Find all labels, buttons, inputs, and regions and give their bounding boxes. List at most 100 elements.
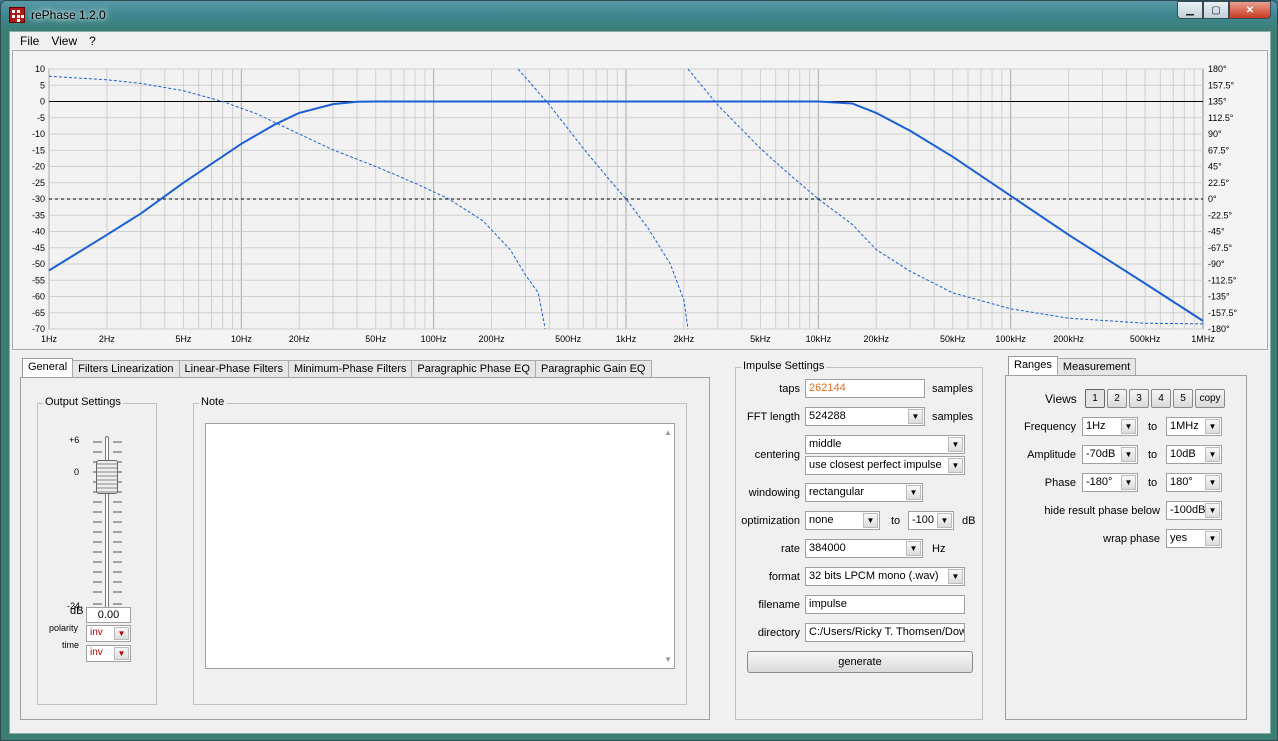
amplitude-tick-label: -40 bbox=[32, 227, 45, 237]
phase-tick-label: 157.5° bbox=[1208, 80, 1235, 90]
tab-paragraphic-gain-eq[interactable]: Paragraphic Gain EQ bbox=[534, 360, 652, 378]
note-textarea[interactable]: ▲ ▼ bbox=[205, 423, 675, 669]
fft-length-select[interactable]: 524288 ▼ bbox=[805, 407, 925, 426]
menu-help[interactable]: ? bbox=[83, 32, 102, 50]
view-1-button[interactable]: 1 bbox=[1085, 389, 1105, 408]
scale-zero-label: 0 bbox=[74, 467, 80, 477]
scroll-up-icon[interactable]: ▲ bbox=[664, 428, 672, 437]
chevron-down-icon: ▼ bbox=[863, 513, 878, 528]
amplitude-tick-label: 0 bbox=[40, 97, 45, 107]
scroll-down-icon[interactable]: ▼ bbox=[664, 655, 672, 664]
copy-view-button[interactable]: copy bbox=[1195, 389, 1225, 408]
frequency-tick-label: 10Hz bbox=[231, 334, 253, 344]
close-icon: ✕ bbox=[1245, 4, 1255, 16]
chevron-down-icon: ▼ bbox=[906, 485, 921, 500]
centering-label: centering bbox=[754, 449, 800, 461]
hide-phase-select[interactable]: -100dB ▼ bbox=[1166, 501, 1222, 520]
response-plot-svg: 10 5 0 -5 -10 -15 -20 -25 -30 -35 -40 -45 -50 -55 -60 -… bbox=[32, 64, 1238, 344]
response-plot[interactable]: 10 5 0 -5 -10 -15 -20 -25 -30 -35 -40 -45 -50 -55 -60 -… bbox=[12, 50, 1268, 350]
db-value-field[interactable]: 0.00 bbox=[86, 607, 131, 623]
client-area: File View ? 10 5 0 -5 -10 -15 -20 -25 -30 -35 -40-… bbox=[9, 31, 1271, 734]
format-select[interactable]: 32 bits LPCM mono (.wav) ▼ bbox=[805, 567, 965, 586]
ranges-panel: Views 1 2 3 4 5 copy Frequency 1Hz ▼ to … bbox=[1005, 375, 1247, 720]
windowing-select[interactable]: rectangular ▼ bbox=[805, 483, 923, 502]
rate-select[interactable]: 384000 ▼ bbox=[805, 539, 923, 558]
phase-label: Phase bbox=[1044, 477, 1076, 489]
view-2-button[interactable]: 2 bbox=[1107, 389, 1127, 408]
close-button[interactable]: ✕ bbox=[1229, 1, 1271, 19]
slider-thumb[interactable] bbox=[96, 460, 118, 494]
tab-paragraphic-phase-eq[interactable]: Paragraphic Phase EQ bbox=[411, 360, 536, 378]
frequency-tick-label: 50kHz bbox=[940, 334, 966, 344]
windowing-label: windowing bbox=[748, 487, 800, 499]
optimization-label: optimization bbox=[741, 515, 800, 527]
amplitude-tick-label: -35 bbox=[32, 210, 45, 220]
tab-measurement[interactable]: Measurement bbox=[1056, 358, 1137, 376]
chevron-down-icon: ▼ bbox=[1205, 475, 1220, 490]
filename-label: filename bbox=[758, 599, 800, 611]
time-select[interactable]: inv ▼ bbox=[86, 645, 131, 662]
output-settings-title: Output Settings bbox=[43, 396, 123, 408]
app-logo-icon bbox=[9, 7, 25, 23]
output-settings-group: Output Settings +6 0 -24 dB 0.00 polarit… bbox=[37, 396, 157, 705]
amplitude-to-select[interactable]: 10dB ▼ bbox=[1166, 445, 1222, 464]
chevron-down-icon: ▼ bbox=[948, 569, 963, 584]
centering-value: middle bbox=[809, 438, 842, 450]
phase-from-select[interactable]: -180° ▼ bbox=[1082, 473, 1138, 492]
tab-linear-phase-filters[interactable]: Linear-Phase Filters bbox=[178, 360, 289, 378]
amplitude-tick-label: -25 bbox=[32, 178, 45, 188]
format-value: 32 bits LPCM mono (.wav) bbox=[809, 570, 939, 582]
menu-bar: File View ? bbox=[10, 32, 1270, 50]
gain-slider[interactable] bbox=[88, 434, 128, 614]
chevron-down-icon: ▼ bbox=[1121, 475, 1136, 490]
amplitude-from-select[interactable]: -70dB ▼ bbox=[1082, 445, 1138, 464]
menu-view[interactable]: View bbox=[45, 32, 83, 50]
generate-button[interactable]: generate bbox=[747, 651, 973, 673]
frequency-to-value: 1MHz bbox=[1170, 420, 1199, 432]
phase-tick-label: 22.5° bbox=[1208, 178, 1230, 188]
frequency-tick-label: 5kHz bbox=[750, 334, 771, 344]
general-panel: Output Settings +6 0 -24 dB 0.00 polarit… bbox=[20, 377, 710, 720]
amplitude-tick-label: -20 bbox=[32, 162, 45, 172]
view-4-button[interactable]: 4 bbox=[1151, 389, 1171, 408]
frequency-to-select[interactable]: 1MHz ▼ bbox=[1166, 417, 1222, 436]
frequency-tick-label: 5Hz bbox=[175, 334, 192, 344]
phase-tick-label: 0° bbox=[1208, 194, 1217, 204]
view-3-button[interactable]: 3 bbox=[1129, 389, 1149, 408]
amplitude-to-label: to bbox=[1148, 449, 1158, 461]
filename-field[interactable]: impulse bbox=[805, 595, 965, 614]
menu-file[interactable]: File bbox=[14, 32, 45, 50]
amplitude-tick-label: -55 bbox=[32, 275, 45, 285]
optimization-db-select[interactable]: -100 ▼ bbox=[908, 511, 954, 530]
frequency-tick-label: 10kHz bbox=[806, 334, 832, 344]
phase-tick-label: 135° bbox=[1208, 97, 1227, 107]
tab-general[interactable]: General bbox=[22, 358, 74, 378]
maximize-button[interactable]: ▢ bbox=[1203, 1, 1229, 19]
chevron-down-icon: ▼ bbox=[1121, 419, 1136, 434]
directory-field[interactable]: C:/Users/Ricky T. Thomsen/Dow bbox=[805, 623, 965, 642]
amplitude-tick-label: -50 bbox=[32, 259, 45, 269]
phase-tick-label: -22.5° bbox=[1208, 210, 1233, 220]
view-5-button[interactable]: 5 bbox=[1173, 389, 1193, 408]
centering-mode-select[interactable]: use closest perfect impulse ▼ bbox=[805, 456, 965, 475]
optimization-select[interactable]: none ▼ bbox=[805, 511, 880, 530]
wrap-phase-select[interactable]: yes ▼ bbox=[1166, 529, 1222, 548]
taps-field[interactable]: 262144 bbox=[805, 379, 925, 398]
phase-to-select[interactable]: 180° ▼ bbox=[1166, 473, 1222, 492]
tab-minimum-phase-filters[interactable]: Minimum-Phase Filters bbox=[287, 360, 413, 378]
minimize-button[interactable]: ▁ bbox=[1177, 1, 1203, 19]
chevron-down-icon: ▼ bbox=[906, 541, 921, 556]
phase-tick-label: -45° bbox=[1208, 227, 1225, 237]
title-bar[interactable]: rePhase 1.2.0 ▁ ▢ ✕ bbox=[1, 1, 1277, 31]
frequency-from-value: 1Hz bbox=[1086, 420, 1106, 432]
scale-top-label: +6 bbox=[69, 435, 80, 445]
chevron-down-icon: ▼ bbox=[1205, 531, 1220, 546]
tab-filters-linearization[interactable]: Filters Linearization bbox=[72, 360, 180, 378]
wrap-phase-label: wrap phase bbox=[1103, 533, 1160, 545]
polarity-select[interactable]: inv ▼ bbox=[86, 625, 131, 642]
phase-tick-label: -135° bbox=[1208, 292, 1230, 302]
frequency-from-select[interactable]: 1Hz ▼ bbox=[1082, 417, 1138, 436]
chevron-down-icon: ▼ bbox=[908, 409, 923, 424]
tab-ranges[interactable]: Ranges bbox=[1008, 356, 1058, 376]
centering-select[interactable]: middle ▼ bbox=[805, 435, 965, 454]
